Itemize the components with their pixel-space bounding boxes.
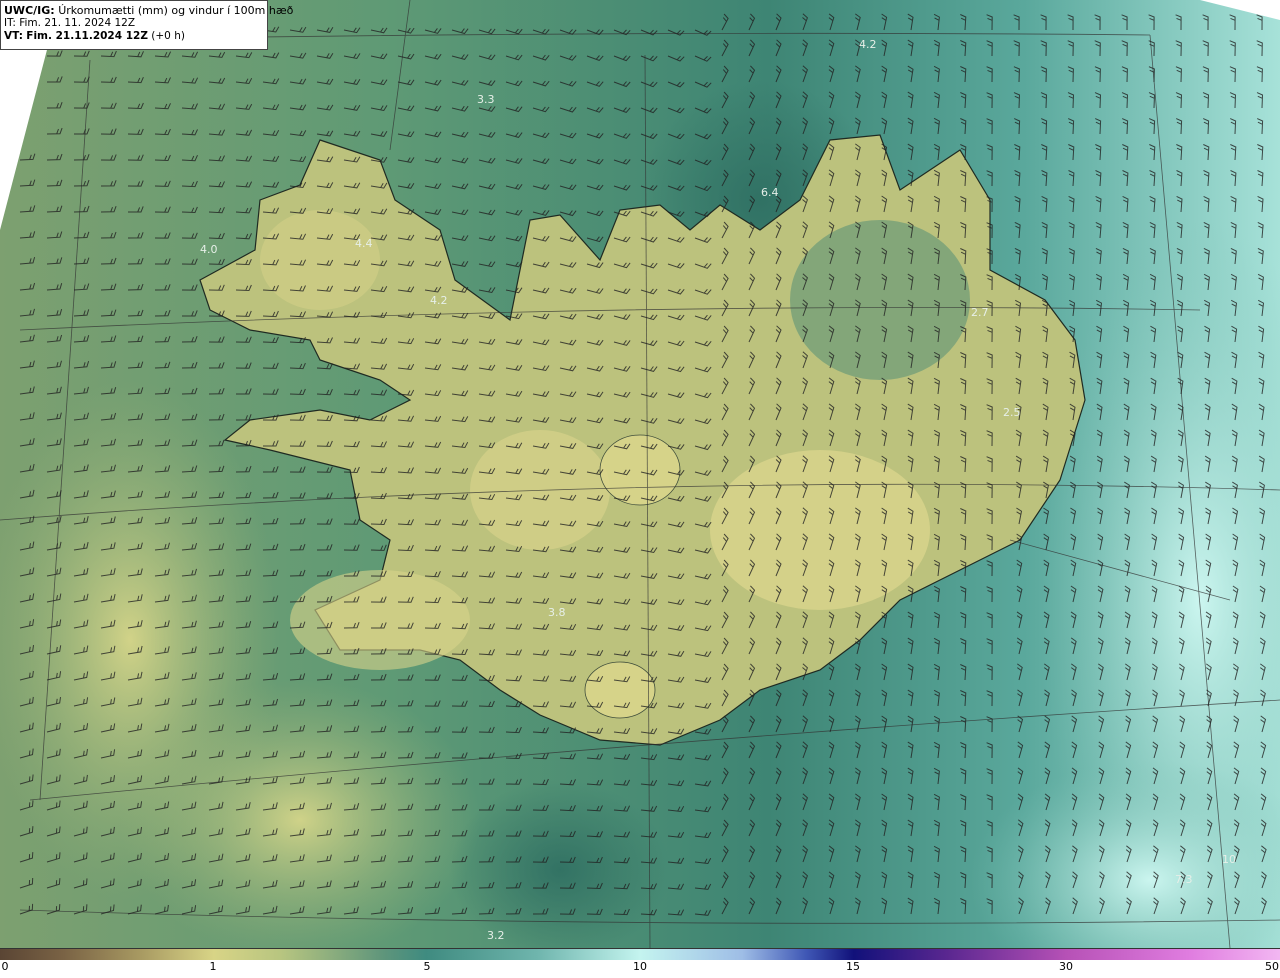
- map-value-label: 2.7: [971, 306, 989, 319]
- map-value-label: 4.2: [430, 294, 448, 307]
- scale-tick: 10: [633, 960, 647, 973]
- scale-tick: 50: [1265, 960, 1279, 973]
- map-value-label: 4.2: [859, 38, 877, 51]
- info-box: UWC/IG: Úrkomumætti (mm) og vindur í 100…: [0, 0, 294, 50]
- map-value-label: 3.2: [487, 929, 505, 942]
- info-issue-time: IT: Fim. 21. 11. 2024 12Z: [4, 17, 136, 29]
- scale-tick: 1: [209, 960, 217, 973]
- precipitable-water-map: [0, 0, 1280, 948]
- map-value-label: 4.0: [200, 243, 218, 256]
- scale-tick: 15: [846, 960, 860, 973]
- info-valid-time: VT: Fim. 21.11.2024 12Z (+0 h): [4, 30, 185, 42]
- map-value-label: 3.3: [477, 93, 495, 106]
- map-value-label: 2.5: [1003, 406, 1021, 419]
- map-value-label: 7.3: [1175, 873, 1193, 886]
- scale-tick: 0: [1, 960, 9, 973]
- scale-tick: 30: [1059, 960, 1073, 973]
- map-value-label: 4.4: [355, 237, 373, 250]
- info-title: UWC/IG: Úrkomumætti (mm) og vindur í 100…: [4, 4, 294, 17]
- map-value-label: 3.8: [548, 606, 566, 619]
- color-scale-bar: [0, 948, 1280, 960]
- map-value-label: 10: [1222, 853, 1236, 866]
- scale-tick: 5: [423, 960, 431, 973]
- map-value-label: 6.4: [761, 186, 779, 199]
